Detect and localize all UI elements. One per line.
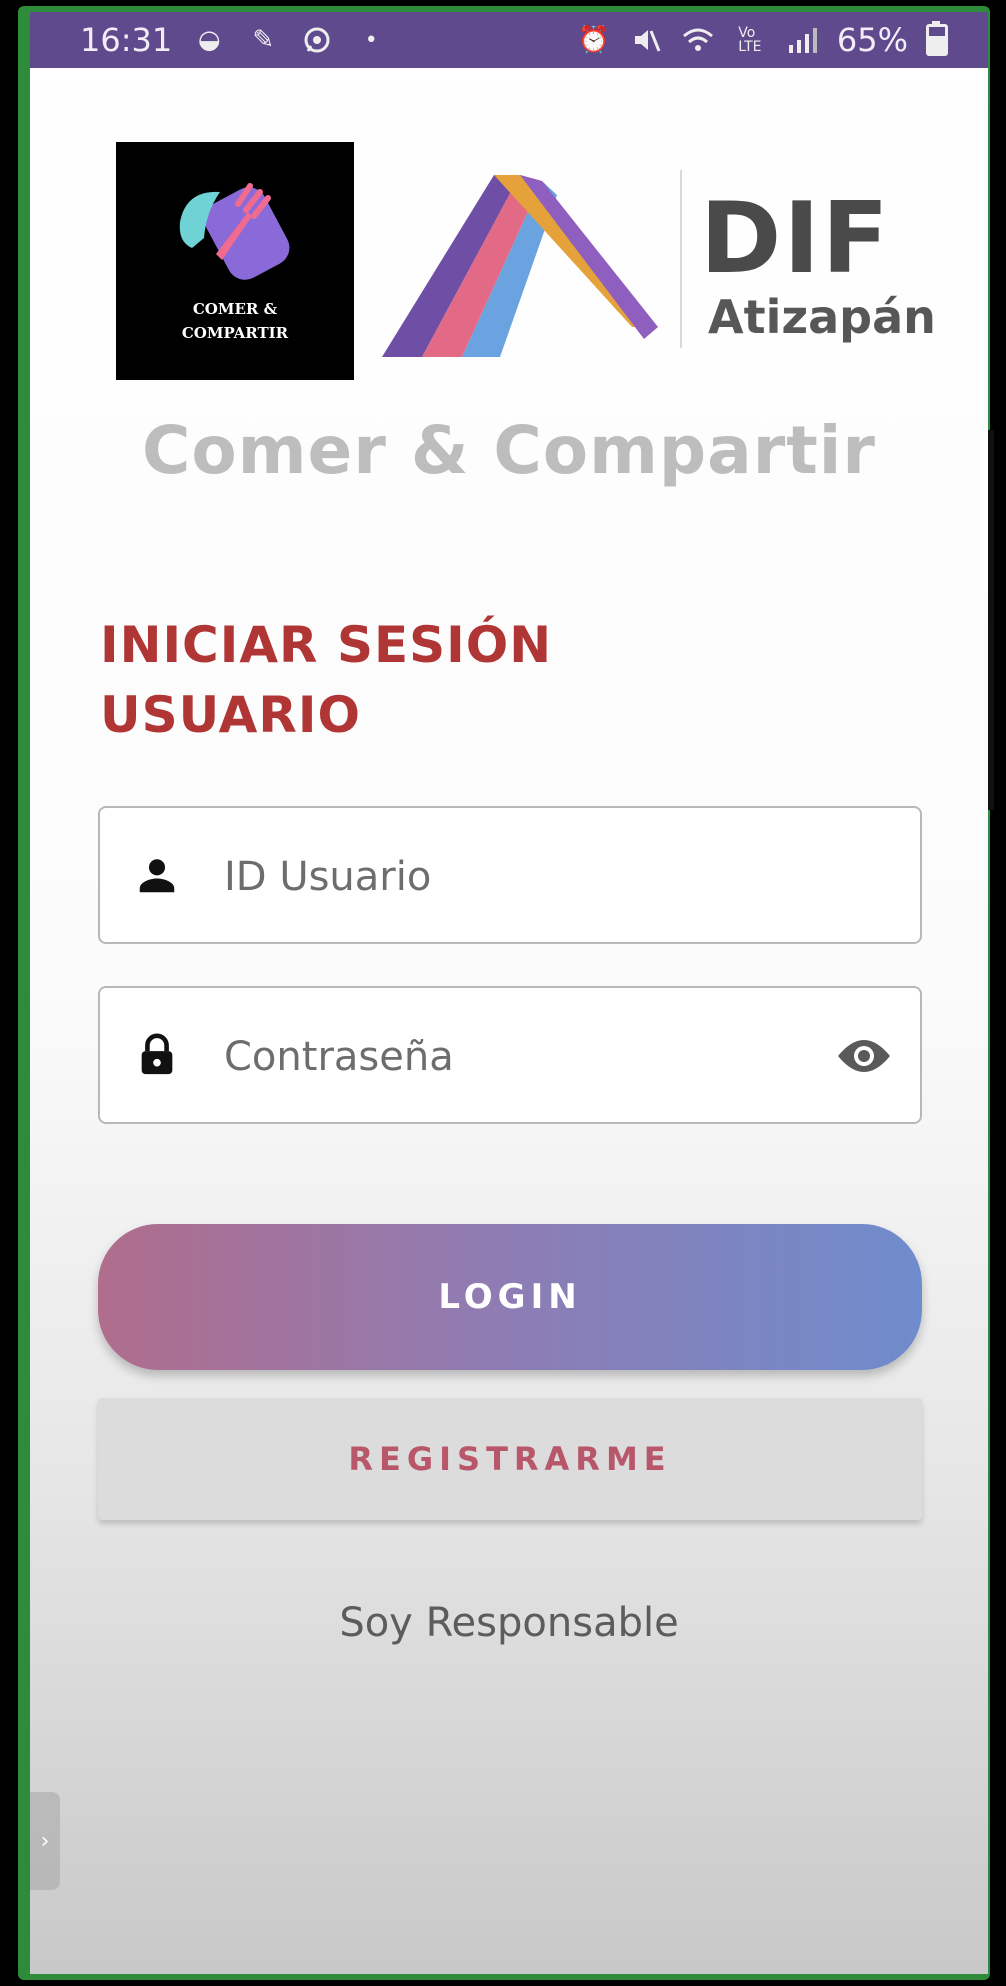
soy-responsable-link[interactable]: Soy Responsable bbox=[30, 1600, 988, 1646]
login-button[interactable]: LOGIN bbox=[98, 1224, 922, 1370]
dif-logo-mark bbox=[382, 175, 658, 357]
comer-compartir-logo: COMER & COMPARTIR bbox=[116, 142, 354, 380]
battery-icon bbox=[926, 21, 948, 56]
person-icon bbox=[139, 859, 175, 893]
user-id-field[interactable] bbox=[98, 806, 922, 944]
battery-percent: 65% bbox=[836, 21, 908, 59]
logo-divider bbox=[680, 170, 682, 348]
login-heading-line2: USUARIO bbox=[100, 686, 361, 744]
whatsapp-icon bbox=[300, 23, 334, 57]
password-input[interactable] bbox=[222, 1018, 786, 1096]
status-right: ⏰ Vo LTE 65% bbox=[577, 21, 948, 59]
register-button[interactable]: REGISTRARME bbox=[98, 1398, 922, 1520]
mute-icon bbox=[629, 23, 663, 57]
volte-icon: Vo LTE bbox=[738, 25, 762, 55]
user-id-input[interactable] bbox=[222, 838, 786, 916]
password-field[interactable] bbox=[98, 986, 922, 1124]
signal-icon bbox=[785, 23, 819, 57]
utensils-logo-mark bbox=[179, 183, 290, 280]
login-heading: INICIAR SESIÓN USUARIO bbox=[100, 610, 552, 750]
device-side-button bbox=[988, 430, 994, 810]
status-bar: 16:31 ◒ ✎ • ⏰ Vo LTE 65% bbox=[30, 12, 988, 68]
status-left: 16:31 ◒ ✎ • bbox=[80, 21, 388, 59]
signal-app-icon: ✎ bbox=[252, 25, 275, 55]
notification-icon: ◒ bbox=[197, 25, 221, 55]
phone-screen: 16:31 ◒ ✎ • ⏰ Vo LTE 65% COMER & COMPART… bbox=[30, 12, 988, 1974]
side-panel-handle[interactable]: › bbox=[30, 1792, 60, 1890]
lock-icon bbox=[141, 1033, 173, 1075]
dot-icon: • bbox=[364, 27, 378, 53]
eye-icon[interactable] bbox=[836, 1036, 892, 1076]
comer-logo-text-2: COMPARTIR bbox=[181, 324, 289, 342]
login-heading-line1: INICIAR SESIÓN bbox=[100, 616, 553, 674]
alarm-icon: ⏰ bbox=[577, 25, 611, 55]
comer-logo-text-1: COMER & bbox=[192, 300, 278, 318]
status-time: 16:31 bbox=[80, 21, 173, 59]
dif-logo-text: DIF bbox=[700, 182, 891, 296]
wifi-icon bbox=[681, 23, 715, 57]
atizapan-logo-text: Atizapán bbox=[708, 290, 936, 344]
app-title: Comer & Compartir bbox=[142, 412, 876, 489]
